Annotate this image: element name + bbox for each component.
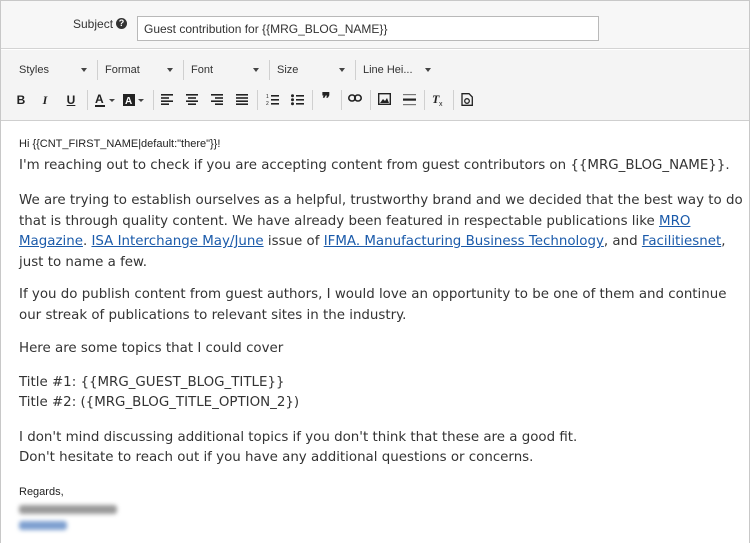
- signature-link-redacted: [19, 521, 67, 530]
- greeting-line: Hi {{CNT_FIRST_NAME|default:"there"}}!: [19, 138, 221, 150]
- regards-line: Regards,: [19, 486, 64, 498]
- image-icon: [377, 93, 391, 105]
- paragraph-text: issue of: [263, 234, 324, 249]
- paragraph-closing-1: I don't mind discussing additional topic…: [19, 430, 578, 445]
- bold-button[interactable]: B: [12, 90, 30, 110]
- help-icon[interactable]: ?: [116, 18, 127, 29]
- chevron-down-icon: [167, 68, 173, 72]
- link-facilitiesnet[interactable]: Facilitiesnet: [642, 234, 721, 249]
- size-dropdown-label: Size: [277, 64, 299, 76]
- background-color-button[interactable]: A: [121, 90, 147, 110]
- source-icon: [461, 93, 473, 106]
- toolbar-divider: [153, 90, 154, 110]
- bullet-list-button[interactable]: [288, 90, 306, 110]
- text-color-icon: A: [95, 93, 115, 107]
- font-dropdown-label: Font: [191, 64, 214, 76]
- italic-button[interactable]: I: [36, 90, 54, 110]
- subject-row: Subject ?: [1, 1, 749, 49]
- image-button[interactable]: [375, 90, 393, 110]
- subject-label: Subject: [73, 17, 114, 31]
- underline-button[interactable]: U: [62, 90, 80, 110]
- toolbar-divider: [312, 90, 313, 110]
- editor-body[interactable]: Hi {{CNT_FIRST_NAME|default:"there"}}! I…: [1, 122, 749, 543]
- toolbar-divider: [424, 90, 425, 110]
- format-dropdown[interactable]: Format: [105, 61, 175, 79]
- clear-formatting-button[interactable]: T x: [429, 90, 447, 110]
- align-left-button[interactable]: [158, 90, 176, 110]
- svg-text:A: A: [95, 93, 104, 106]
- svg-text:A: A: [125, 96, 132, 107]
- toolbar-divider: [453, 90, 454, 110]
- clear-formatting-icon: T x: [432, 93, 443, 107]
- signature-name-redacted: [19, 505, 117, 514]
- paragraph-closing-2: Don't hesitate to reach out if you have …: [19, 450, 534, 465]
- styles-dropdown[interactable]: Styles: [19, 61, 89, 79]
- paragraph-text: , and: [603, 234, 642, 249]
- align-center-button[interactable]: [183, 90, 201, 110]
- link-icon: [348, 94, 362, 102]
- toolbar-divider: [269, 60, 270, 80]
- blockquote-button[interactable]: ❞: [317, 90, 335, 110]
- paragraph-text: We are trying to establish ourselves as …: [19, 193, 743, 229]
- svg-text:2: 2: [266, 101, 269, 106]
- align-right-button[interactable]: [208, 90, 226, 110]
- toolbar-divider: [183, 60, 184, 80]
- topic-title-2: Title #2: ({MRG_BLOG_TITLE_OPTION_2}): [19, 395, 300, 410]
- justify-icon: [236, 94, 248, 105]
- blockquote-icon: ❞: [321, 91, 331, 108]
- chevron-down-icon: [253, 68, 259, 72]
- topic-title-1: Title #1: {{MRG_GUEST_BLOG_TITLE}}: [19, 375, 285, 390]
- align-center-icon: [186, 94, 198, 105]
- toolbar-divider: [97, 60, 98, 80]
- paragraph-intro: I'm reaching out to check if you are acc…: [19, 158, 730, 173]
- link-isa-interchange[interactable]: ISA Interchange May/June: [91, 234, 263, 249]
- link-button[interactable]: [346, 90, 364, 110]
- toolbar-divider: [341, 90, 342, 110]
- text-color-button[interactable]: A: [93, 90, 117, 110]
- horizontal-rule-icon: [402, 94, 416, 106]
- svg-text:x: x: [439, 101, 443, 107]
- toolbar-divider: [355, 60, 356, 80]
- align-right-icon: [211, 94, 223, 105]
- size-dropdown[interactable]: Size: [277, 61, 347, 79]
- line-height-dropdown[interactable]: Line Hei...: [363, 61, 433, 79]
- chevron-down-icon: [425, 68, 431, 72]
- chevron-down-icon: [339, 68, 345, 72]
- background-color-icon: A: [123, 94, 144, 107]
- toolbar-divider: [87, 90, 88, 110]
- numbered-list-icon: 1 2: [266, 94, 279, 106]
- font-dropdown[interactable]: Font: [191, 61, 261, 79]
- line-height-dropdown-label: Line Hei...: [363, 64, 413, 76]
- toolbar-divider: [370, 90, 371, 110]
- horizontal-rule-button[interactable]: [400, 90, 418, 110]
- numbered-list-button[interactable]: 1 2: [263, 90, 281, 110]
- toolbar-divider: [257, 90, 258, 110]
- justify-button[interactable]: [233, 90, 251, 110]
- subject-input[interactable]: [137, 16, 599, 41]
- email-editor: Subject ? Styles Format Font Size Line H…: [0, 0, 750, 543]
- format-dropdown-label: Format: [105, 64, 140, 76]
- chevron-down-icon: [81, 68, 87, 72]
- editor-toolbar: Styles Format Font Size Line Hei... B I …: [1, 50, 749, 121]
- paragraph-guest-authors: If you do publish content from guest aut…: [19, 287, 727, 323]
- source-button[interactable]: [458, 90, 476, 110]
- align-left-icon: [161, 94, 173, 105]
- paragraph-publications: We are trying to establish ourselves as …: [19, 191, 744, 273]
- styles-dropdown-label: Styles: [19, 64, 49, 76]
- link-ifma-manufacturing[interactable]: IFMA. Manufacturing Business Technology: [324, 234, 604, 249]
- paragraph-topics-intro: Here are some topics that I could cover: [19, 341, 284, 356]
- bullet-list-icon: [290, 94, 304, 106]
- svg-text:1: 1: [266, 94, 269, 100]
